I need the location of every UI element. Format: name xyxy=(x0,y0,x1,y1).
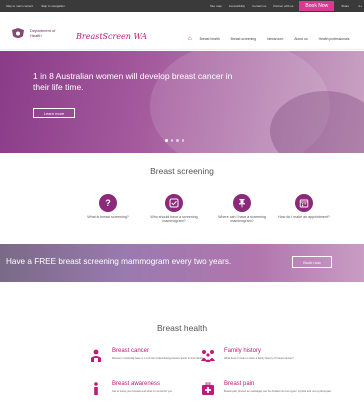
screening-item-what[interactable]: ? What is breast screening? xyxy=(80,194,136,219)
accessibility-link[interactable]: Accessibility xyxy=(229,4,245,8)
main-nav: ⌂ Breast health Breast screening Newsroo… xyxy=(188,36,360,42)
book-now-button[interactable]: Book Now xyxy=(299,1,335,11)
carousel-dots xyxy=(165,139,187,142)
breastscreen-logo[interactable]: BreastScreen WA xyxy=(76,32,147,41)
screening-item-who[interactable]: Who should have a screening mammogram? xyxy=(146,194,202,223)
carousel-dot[interactable] xyxy=(181,139,184,142)
font-size-toggle[interactable]: A+ xyxy=(358,4,362,8)
screening-items: ? What is breast screening? Who should h… xyxy=(80,194,340,234)
first-aid-icon xyxy=(200,381,216,397)
nav-breast-health[interactable]: Breast health xyxy=(200,37,220,41)
site-header: Department of Health BreastScreen WA ⌂ B… xyxy=(0,12,364,50)
utility-bar: Skip to main content Skip to navigation … xyxy=(0,0,364,12)
screening-title: Breast screening xyxy=(150,166,214,176)
free-screening-banner: Have a FREE breast screening mammogram e… xyxy=(0,244,364,282)
hero-headline: 1 in 8 Australian women will develop bre… xyxy=(33,71,233,92)
learn-more-button[interactable]: Learn more xyxy=(33,108,75,118)
health-item-family[interactable]: Family history What does it mean to have… xyxy=(200,348,350,378)
banner-text: Have a FREE breast screening mammogram e… xyxy=(6,257,232,266)
partner-link[interactable]: Partner with us xyxy=(273,4,293,8)
skip-nav-link[interactable]: Skip to navigation xyxy=(41,4,65,8)
site-map-link[interactable]: Site map xyxy=(210,4,222,8)
book-now-banner-button[interactable]: Book now xyxy=(292,256,332,268)
family-icon xyxy=(200,348,216,364)
carousel-dot[interactable] xyxy=(176,139,179,142)
calendar-icon xyxy=(295,194,313,212)
nav-breast-screening[interactable]: Breast screening xyxy=(231,37,256,41)
crest-icon xyxy=(12,28,24,38)
pin-icon xyxy=(233,194,251,212)
nav-about-us[interactable]: About us xyxy=(294,37,307,41)
hero-carousel: 1 in 8 Australian women will develop bre… xyxy=(0,51,364,153)
screening-item-where[interactable]: Where can I have a screening mammogram? xyxy=(214,194,270,223)
health-title: Breast health xyxy=(156,323,208,333)
awareness-icon xyxy=(88,381,104,397)
skip-content-link[interactable]: Skip to main content xyxy=(6,4,33,8)
screening-item-how[interactable]: How do I make an appointment? xyxy=(276,194,332,219)
people-icon xyxy=(88,348,104,364)
department-name[interactable]: Department of Health xyxy=(30,28,55,38)
check-icon xyxy=(165,194,183,212)
contact-link[interactable]: Contact us xyxy=(252,4,266,8)
question-icon: ? xyxy=(99,194,117,212)
carousel-dot[interactable] xyxy=(165,139,168,142)
share-link[interactable]: Share xyxy=(341,4,349,8)
home-icon[interactable]: ⌂ xyxy=(188,36,192,42)
nav-newsroom[interactable]: Newsroom xyxy=(267,37,283,41)
carousel-dot[interactable] xyxy=(170,139,173,142)
health-item-pain[interactable]: Breast pain Breast pain (known as mastal… xyxy=(200,381,350,411)
nav-health-professionals[interactable]: Health professionals xyxy=(319,37,350,41)
